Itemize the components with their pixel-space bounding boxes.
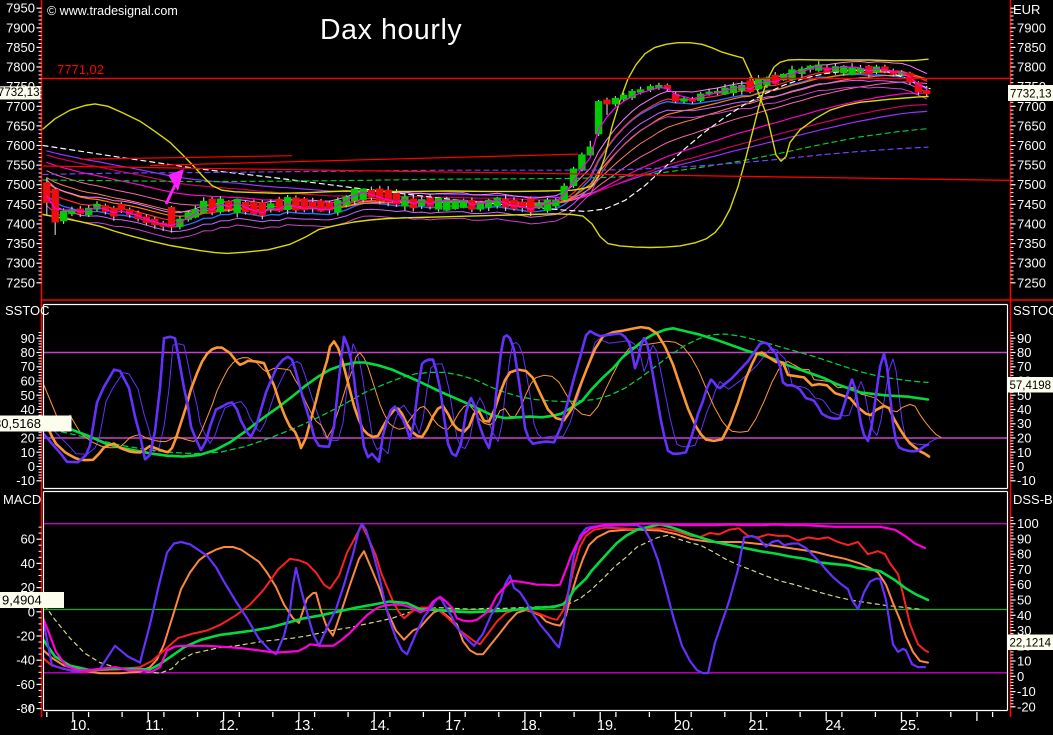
svg-text:-40: -40 (16, 653, 35, 668)
svg-text:7500: 7500 (6, 177, 35, 192)
svg-text:7800: 7800 (1017, 60, 1046, 75)
svg-text:60: 60 (21, 374, 35, 389)
svg-text:7650: 7650 (6, 118, 35, 133)
svg-text:80: 80 (21, 345, 35, 360)
svg-text:40: 40 (1017, 608, 1031, 623)
svg-text:-10: -10 (1017, 473, 1036, 488)
svg-text:Dax hourly: Dax hourly (320, 14, 462, 46)
svg-text:7250: 7250 (1017, 275, 1046, 290)
svg-text:-20: -20 (1017, 699, 1036, 714)
svg-text:9,4904: 9,4904 (2, 593, 42, 608)
svg-text:7550: 7550 (1017, 158, 1046, 173)
svg-text:0: 0 (1017, 669, 1024, 684)
svg-text:25.: 25. (900, 718, 920, 734)
svg-text:57,4198: 57,4198 (1010, 380, 1052, 392)
svg-text:0: 0 (28, 459, 35, 474)
svg-text:14.: 14. (370, 718, 390, 734)
svg-text:90: 90 (1017, 331, 1031, 346)
svg-text:-10: -10 (1017, 684, 1036, 699)
svg-text:n: n (29, 703, 35, 714)
svg-text:10: 10 (1017, 654, 1031, 669)
svg-text:7700: 7700 (6, 99, 35, 114)
svg-text:40: 40 (21, 402, 35, 417)
svg-text:SSTOC: SSTOC (5, 303, 50, 318)
svg-text:40: 40 (1017, 402, 1031, 417)
svg-text:7300: 7300 (6, 256, 35, 271)
svg-text:30: 30 (1017, 416, 1031, 431)
svg-text:17.: 17. (445, 718, 465, 734)
svg-text:7700: 7700 (1017, 99, 1046, 114)
svg-text:80: 80 (1017, 345, 1031, 360)
svg-text:7950: 7950 (6, 1, 35, 16)
svg-text:EUR: EUR (1013, 2, 1040, 17)
svg-text:90: 90 (1017, 532, 1031, 547)
svg-text:30,5168: 30,5168 (0, 416, 41, 431)
svg-text:-10: -10 (16, 473, 35, 488)
svg-text:DSS-BLAU: DSS-BLAU (1013, 492, 1053, 507)
svg-text:60: 60 (1017, 577, 1031, 592)
svg-text:-60: -60 (16, 677, 35, 692)
svg-text:10: 10 (21, 445, 35, 460)
svg-text:7400: 7400 (1017, 216, 1046, 231)
svg-text:70: 70 (1017, 359, 1031, 374)
svg-text:7650: 7650 (1017, 118, 1046, 133)
svg-text:7850: 7850 (6, 40, 35, 55)
svg-text:7600: 7600 (1017, 138, 1046, 153)
svg-text:90: 90 (21, 331, 35, 346)
svg-text:50: 50 (21, 388, 35, 403)
svg-text:7550: 7550 (6, 158, 35, 173)
svg-text:18.: 18. (521, 718, 541, 734)
svg-text:7900: 7900 (1017, 20, 1046, 35)
svg-text:20: 20 (21, 431, 35, 446)
svg-text:7732,13: 7732,13 (0, 87, 40, 99)
svg-text:SSTOC: SSTOC (1013, 303, 1053, 318)
svg-text:7900: 7900 (6, 20, 35, 35)
svg-text:7300: 7300 (1017, 256, 1046, 271)
svg-text:60: 60 (21, 532, 35, 547)
svg-text:7732,13: 7732,13 (1010, 89, 1052, 101)
svg-text:22,1214: 22,1214 (1010, 638, 1052, 650)
svg-text:100: 100 (1017, 516, 1039, 531)
svg-text:20.: 20. (674, 718, 694, 734)
svg-text:7250: 7250 (6, 275, 35, 290)
svg-text:0: 0 (1017, 459, 1024, 474)
svg-text:10: 10 (1017, 445, 1031, 460)
svg-text:13.: 13. (294, 718, 314, 734)
svg-text:7400: 7400 (6, 216, 35, 231)
svg-text:7771,02: 7771,02 (57, 62, 104, 77)
svg-text:7500: 7500 (1017, 177, 1046, 192)
svg-text:70: 70 (21, 359, 35, 374)
svg-text:7800: 7800 (6, 60, 35, 75)
svg-text:© www.tradesignal.com: © www.tradesignal.com (47, 4, 178, 18)
svg-text:70: 70 (1017, 562, 1031, 577)
svg-text:12.: 12. (219, 718, 239, 734)
svg-text:20: 20 (1017, 431, 1031, 446)
svg-text:40: 40 (21, 556, 35, 571)
svg-text:7600: 7600 (6, 138, 35, 153)
svg-text:7450: 7450 (6, 197, 35, 212)
svg-text:7350: 7350 (1017, 236, 1046, 251)
svg-text:-20: -20 (16, 629, 35, 644)
svg-text:24.: 24. (825, 718, 845, 734)
svg-text:7350: 7350 (6, 236, 35, 251)
svg-text:7450: 7450 (1017, 197, 1046, 212)
svg-text:7850: 7850 (1017, 40, 1046, 55)
svg-text:50: 50 (1017, 593, 1031, 608)
svg-text:80: 80 (1017, 547, 1031, 562)
svg-text:MACD: MACD (3, 492, 41, 507)
